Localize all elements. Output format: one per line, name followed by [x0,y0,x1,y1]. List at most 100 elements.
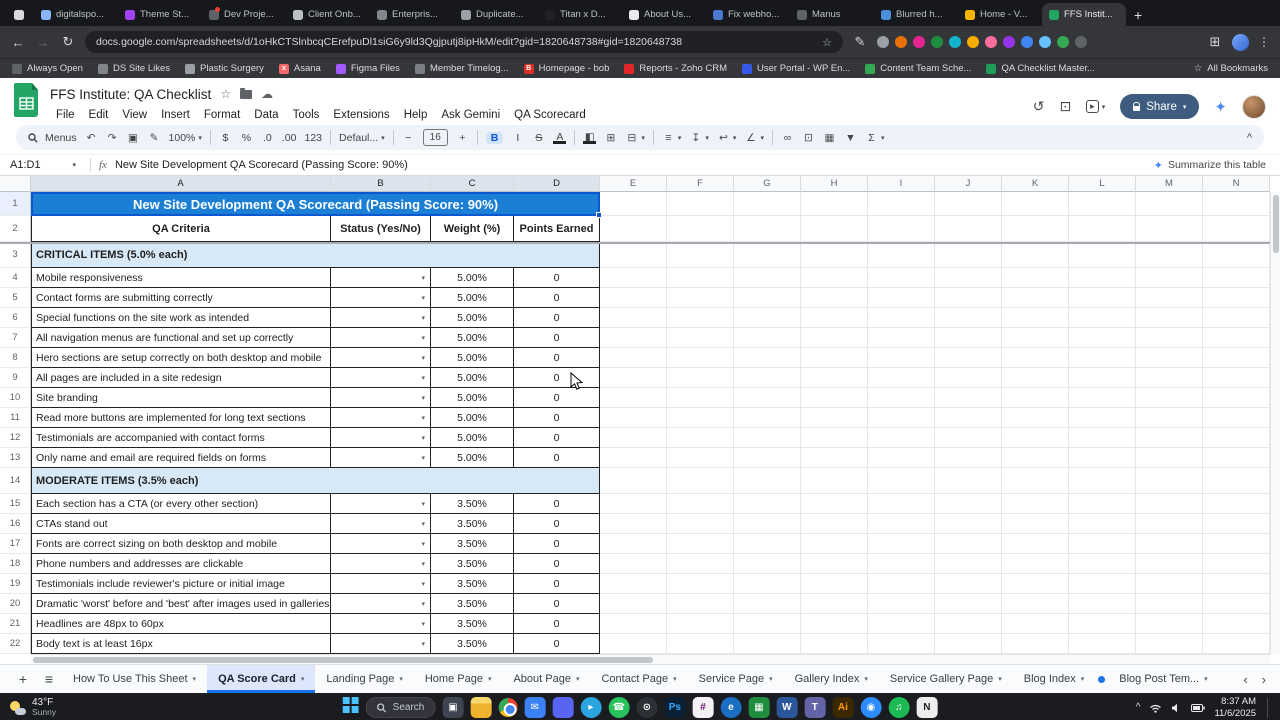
cell-weight-9[interactable]: 5.00% [431,368,514,388]
empty-cell[interactable] [1069,594,1136,614]
row-header-19[interactable]: 19 [0,574,31,594]
empty-cell[interactable] [1002,574,1069,594]
all-sheets-menu-icon[interactable]: ≡ [36,671,62,687]
wifi-icon[interactable] [1149,703,1162,713]
formula-input[interactable]: New Site Development QA Scorecard (Passi… [115,159,408,171]
cell-status-dropdown-6[interactable]: ▾ [331,308,431,328]
empty-cell[interactable] [1069,308,1136,328]
empty-cell[interactable] [734,534,801,554]
battery-icon[interactable] [1191,703,1206,712]
cell-weight-8[interactable]: 5.00% [431,348,514,368]
functions-icon-wrap[interactable]: Σ ▾ [865,132,884,144]
cell-status-dropdown-18[interactable]: ▾ [331,554,431,574]
empty-cell[interactable] [935,514,1002,534]
column-header-D[interactable]: D [514,176,600,192]
empty-cell[interactable] [1203,242,1270,268]
browser-tab-ffs-instit[interactable]: FFS Instit... [1042,3,1126,26]
empty-cell[interactable] [935,368,1002,388]
empty-cell[interactable] [1002,534,1069,554]
empty-cell[interactable] [1203,554,1270,574]
empty-cell[interactable] [1136,594,1203,614]
empty-cell[interactable] [801,388,868,408]
extension-icon-9[interactable] [1021,36,1033,48]
empty-cell[interactable] [1203,448,1270,468]
extension-icon-5[interactable] [949,36,961,48]
bookmark-figma-files[interactable]: Figma Files [335,63,400,74]
cell-points-8[interactable]: 0 [514,348,600,368]
cell-weight-7[interactable]: 5.00% [431,328,514,348]
taskbar-app-teams[interactable]: T [804,697,826,718]
empty-cell[interactable] [734,242,801,268]
empty-cell[interactable] [801,428,868,448]
row-header-6[interactable]: 6 [0,308,31,328]
extension-icon-6[interactable] [967,36,979,48]
taskbar-app-edge[interactable]: e [720,697,742,718]
cell-criteria-18[interactable]: Phone numbers and addresses are clickabl… [31,554,331,574]
taskbar-overflow-icon[interactable]: ^ [1136,702,1141,713]
browser-tab-fix-webho[interactable]: Fix webho... [706,3,790,26]
empty-cell[interactable] [1203,574,1270,594]
menu-data[interactable]: Data [248,108,284,122]
empty-cell[interactable] [868,448,935,468]
empty-cell[interactable] [935,468,1002,494]
empty-cell[interactable] [734,574,801,594]
row-header-13[interactable]: 13 [0,448,31,468]
empty-cell[interactable] [734,514,801,534]
browser-tab-digitalspo[interactable]: digitalspo... [34,3,118,26]
name-box[interactable]: A1:D1 ▾ [10,159,82,171]
cell-header-4[interactable]: Points Earned [514,216,600,242]
taskbar-app-sheets[interactable]: ▦ [748,697,770,718]
column-header-K[interactable]: K [1002,176,1069,192]
empty-cell[interactable] [600,574,667,594]
empty-cell[interactable] [1136,468,1203,494]
cell-criteria-6[interactable]: Special functions on the site work as in… [31,308,331,328]
cell-criteria-5[interactable]: Contact forms are submitting correctly [31,288,331,308]
empty-cell[interactable] [734,554,801,574]
menu-help[interactable]: Help [398,108,434,122]
row-header-1[interactable]: 1 [0,192,31,216]
cell-weight-6[interactable]: 5.00% [431,308,514,328]
extension-icon-8[interactable] [1003,36,1015,48]
empty-cell[interactable] [667,514,734,534]
row-header-2[interactable]: 2 [0,216,31,242]
empty-cell[interactable] [1002,268,1069,288]
empty-cell[interactable] [1069,428,1136,448]
empty-cell[interactable] [1002,288,1069,308]
extension-icon-11[interactable] [1057,36,1069,48]
undo-icon[interactable]: ↶ [85,132,98,144]
browser-tab-duplicate[interactable]: Duplicate... [454,3,538,26]
cell-weight-11[interactable]: 5.00% [431,408,514,428]
cell-header-3[interactable]: Weight (%) [431,216,514,242]
empty-cell[interactable] [1136,388,1203,408]
format-percent-icon[interactable]: % [240,132,253,144]
taskbar-app-telegram[interactable]: ▸ [580,697,602,718]
column-header-G[interactable]: G [734,176,801,192]
sheet-tab-contact-page[interactable]: Contact Page ▾ [590,665,687,693]
text-rotation-icon-wrap[interactable]: ∠ ▾ [744,132,764,144]
cell-section-3[interactable]: CRITICAL ITEMS (5.0% each) [31,242,600,268]
row-header-3[interactable]: 3 [0,242,31,268]
cell-criteria-15[interactable]: Each section has a CTA (or every other s… [31,494,331,514]
empty-cell[interactable] [1002,634,1069,654]
browser-tab-home-v[interactable]: Home - V... [958,3,1042,26]
empty-cell[interactable] [1136,554,1203,574]
empty-cell[interactable] [1136,368,1203,388]
volume-icon[interactable] [1171,703,1182,713]
menu-qa-scorecard[interactable]: QA Scorecard [508,108,592,122]
row-header-8[interactable]: 8 [0,348,31,368]
empty-cell[interactable] [1136,308,1203,328]
taskbar-app-file-explorer[interactable] [470,697,492,718]
empty-cell[interactable] [1136,288,1203,308]
empty-cell[interactable] [801,348,868,368]
empty-cell[interactable] [1002,428,1069,448]
empty-cell[interactable] [935,554,1002,574]
empty-cell[interactable] [600,554,667,574]
taskbar-app-notion[interactable]: N [916,697,938,718]
empty-cell[interactable] [1002,348,1069,368]
empty-cell[interactable] [801,634,868,654]
taskbar-app-whatsapp[interactable]: ☎ [608,697,630,718]
empty-cell[interactable] [935,192,1002,216]
empty-cell[interactable] [1069,534,1136,554]
empty-cell[interactable] [1069,348,1136,368]
empty-cell[interactable] [600,216,667,242]
